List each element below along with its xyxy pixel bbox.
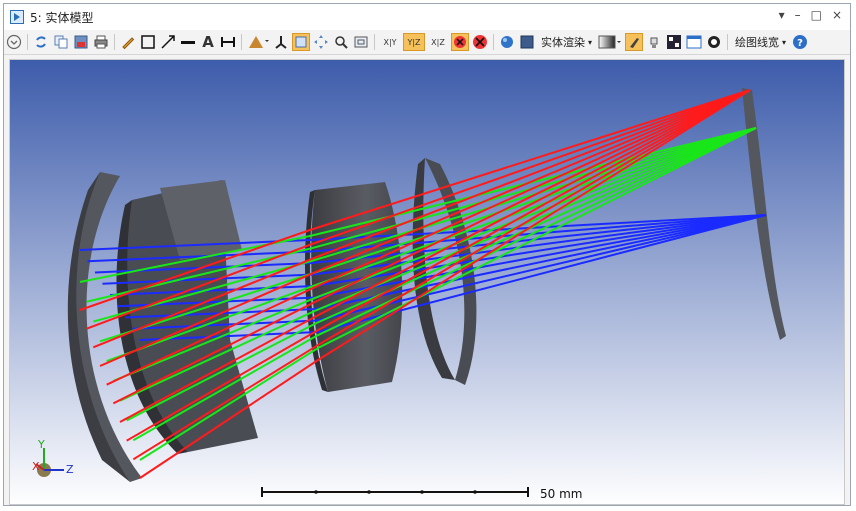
print-icon[interactable] [92,33,110,51]
scale-bar-label: 50 mm [540,487,583,501]
move-icon[interactable] [312,33,330,51]
pan-box-icon[interactable] [292,33,310,51]
close-button[interactable]: × [832,8,842,22]
axis-y-label: Y [37,438,45,451]
dimension-icon[interactable] [219,33,237,51]
toolbar: A X|Y Y|Z X|Z 实体渲染 ▾ 绘图线宽 ▾ ? [4,30,850,55]
rotate-icon[interactable] [451,33,469,51]
3d-viewport[interactable]: Y X Z 50 mm [9,59,845,505]
render-mode-label: 实体渲染 [541,36,585,49]
window-icon[interactable] [685,33,703,51]
text-icon[interactable]: A [199,33,217,51]
chevron-down-icon: ▾ [782,37,787,47]
window-icon [10,10,24,24]
help-icon[interactable]: ? [791,33,809,51]
restore-button[interactable]: □ [811,8,822,22]
title-bar[interactable]: 5: 实体模型 ▾ – □ × [4,4,850,30]
sphere-icon[interactable] [498,33,516,51]
target-icon[interactable] [705,33,723,51]
chevron-down-icon: ▾ [588,37,593,47]
lamp-icon[interactable] [645,33,663,51]
axes-icon[interactable] [272,33,290,51]
refresh-icon[interactable] [32,33,50,51]
minimize-button[interactable]: – [795,8,801,22]
svg-text:?: ? [797,38,803,49]
solid-model-window: 5: 实体模型 ▾ – □ × A X|Y Y|Z X|Z 实体渲染 ▾ 绘图线… [3,3,851,506]
yz-view-button[interactable]: Y|Z [403,33,425,51]
save-image-icon[interactable] [72,33,90,51]
line-width-menu[interactable]: 绘图线宽 ▾ [731,34,790,50]
lens-element-3 [305,182,403,392]
window-title: 5: 实体模型 [30,10,94,25]
settings-circle-icon[interactable] [5,33,23,51]
stop-icon[interactable] [471,33,489,51]
window-menu-button[interactable]: ▾ [779,8,785,22]
line-width-label: 绘图线宽 [735,36,780,49]
rectangle-icon[interactable] [139,33,157,51]
axis-x-label: X [32,460,40,473]
zoom-icon[interactable] [332,33,350,51]
grid-icon[interactable] [665,33,683,51]
solid-icon[interactable] [518,33,536,51]
render-mode-menu[interactable]: 实体渲染 ▾ [537,34,596,50]
axis-z-label: Z [66,463,74,476]
brush-icon[interactable] [625,33,644,51]
gradient-icon[interactable] [597,33,623,51]
xy-view-button[interactable]: X|Y [379,33,401,51]
zoom-window-icon[interactable] [352,33,370,51]
copy-icon[interactable] [52,33,70,51]
pencil-icon[interactable] [119,33,137,51]
lens-icon[interactable] [246,33,270,51]
xz-view-button[interactable]: X|Z [427,33,449,51]
arrow-icon[interactable] [159,33,177,51]
line-icon[interactable] [179,33,197,51]
